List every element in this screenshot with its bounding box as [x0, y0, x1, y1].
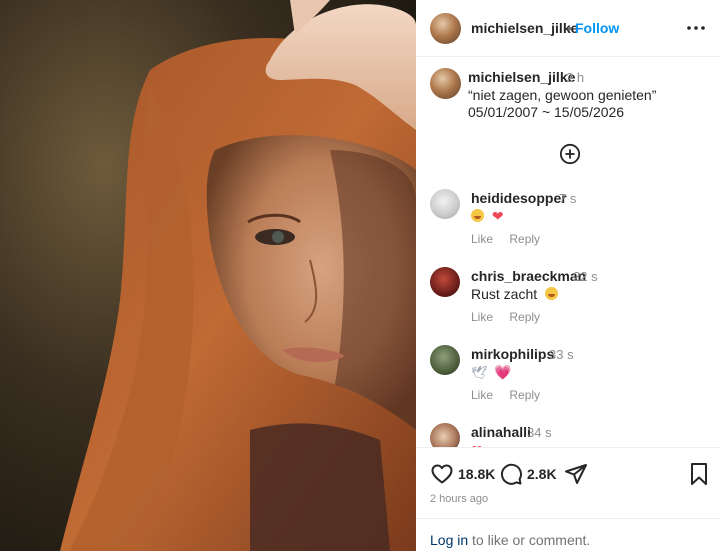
- like-count[interactable]: 18.8K: [458, 466, 495, 482]
- load-more-comments-icon[interactable]: [559, 143, 581, 165]
- comment-username[interactable]: heididesopper: [471, 190, 567, 206]
- bookmark-icon[interactable]: [688, 462, 710, 486]
- comment-actions: Like Reply: [471, 310, 553, 324]
- comment-username[interactable]: alinahalli: [471, 424, 531, 440]
- grimace-emoji-icon: [545, 287, 559, 300]
- comment-text: 🕊 💗: [471, 364, 512, 381]
- caption-time: 2 h: [566, 70, 585, 85]
- follow-button[interactable]: Follow: [575, 20, 619, 36]
- comment-avatar[interactable]: [430, 345, 460, 375]
- comment-actions: Like Reply: [471, 388, 553, 402]
- post-photo: [0, 0, 416, 551]
- comment-item: heididesopper 7 s ❤ Like Reply: [416, 189, 720, 259]
- caption-avatar[interactable]: [430, 68, 461, 99]
- dove-emoji-icon: 🕊: [471, 365, 488, 380]
- more-horizontal-icon[interactable]: [684, 16, 708, 40]
- caption-dates: 05/01/2007 ~ 15/05/2026: [468, 104, 625, 120]
- header-separator: •: [567, 20, 572, 36]
- comment-username[interactable]: mirkophilips: [471, 346, 554, 362]
- comment-text: ❤: [471, 208, 504, 225]
- comment-like-button[interactable]: Like: [471, 388, 493, 402]
- post-side-panel: michielsen_jilke • Follow michielsen_jil…: [416, 0, 720, 551]
- owner-avatar[interactable]: [430, 13, 461, 44]
- caption-username[interactable]: michielsen_jilke: [468, 69, 575, 85]
- comment-icon[interactable]: [499, 462, 523, 486]
- comment-avatar[interactable]: [430, 267, 460, 297]
- heart-emoji-icon: 💗: [494, 364, 512, 380]
- comment-time: 22 s: [573, 269, 598, 284]
- comment-username[interactable]: chris_braeckman: [471, 268, 586, 284]
- login-link[interactable]: Log in: [430, 532, 468, 548]
- login-prompt: Log in to like or comment.: [416, 518, 720, 551]
- heart-icon[interactable]: [430, 462, 454, 486]
- caption-text-line: “niet zagen, gewoon genieten”: [468, 87, 657, 103]
- comment-actions: Like Reply: [471, 232, 553, 246]
- comment-count[interactable]: 2.8K: [527, 466, 557, 482]
- comment-like-button[interactable]: Like: [471, 232, 493, 246]
- owner-username[interactable]: michielsen_jilke: [471, 20, 578, 36]
- login-prompt-text: to like or comment.: [468, 532, 591, 548]
- heart-emoji-icon: ❤: [491, 208, 504, 224]
- comment-time: 7 s: [559, 191, 577, 206]
- comment-time: 33 s: [549, 347, 574, 362]
- grimace-emoji-icon: [471, 209, 484, 222]
- post-time: 2 hours ago: [430, 493, 489, 505]
- post-header: michielsen_jilke • Follow: [416, 0, 720, 57]
- comment-item: chris_braeckman 22 s Rust zacht Like Rep…: [416, 267, 720, 337]
- comment-time: 34 s: [527, 425, 552, 440]
- share-icon[interactable]: [564, 462, 588, 486]
- comment-reply-button[interactable]: Reply: [509, 232, 540, 246]
- post-actions-bar: 18.8K 2.8K 2 hours ago Log in to like or…: [416, 447, 720, 551]
- comment-like-button[interactable]: Like: [471, 310, 493, 324]
- comment-reply-button[interactable]: Reply: [509, 388, 540, 402]
- comment-avatar[interactable]: [430, 189, 460, 219]
- comment-item: mirkophilips 33 s 🕊 💗 Like Reply: [416, 345, 720, 415]
- comment-text-content: Rust zacht: [471, 286, 538, 302]
- comment-text: Rust zacht: [471, 286, 559, 302]
- comment-reply-button[interactable]: Reply: [509, 310, 540, 324]
